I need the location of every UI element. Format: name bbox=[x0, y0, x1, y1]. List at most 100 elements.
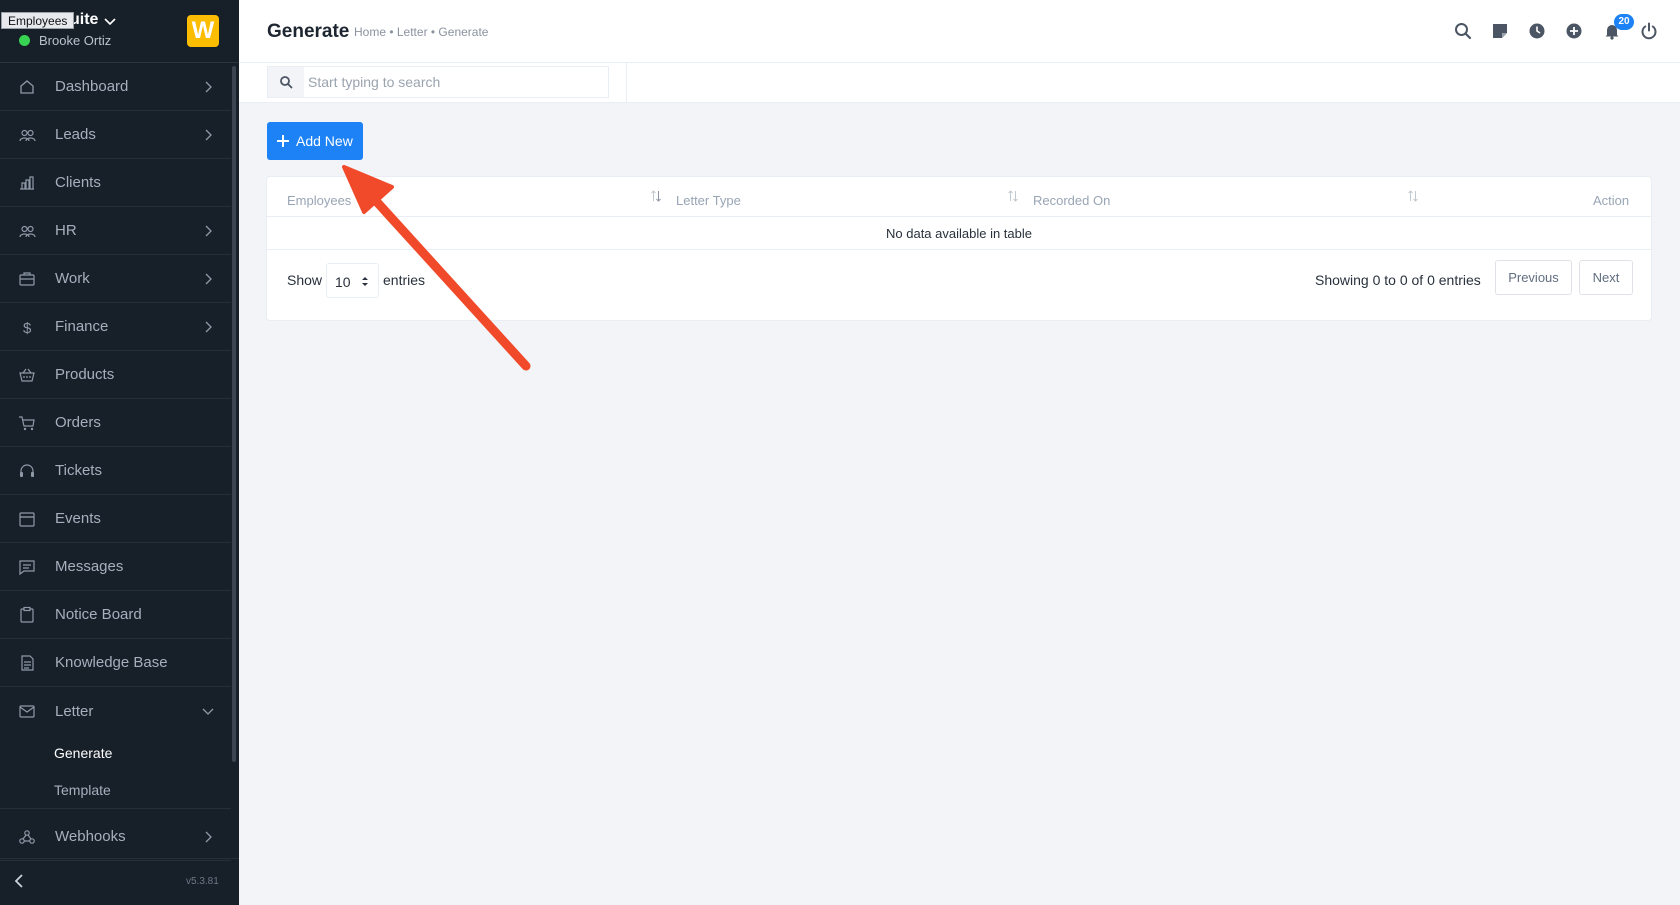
entries-select-value: 10 bbox=[335, 274, 351, 290]
headset-icon bbox=[20, 464, 34, 477]
webhook-icon bbox=[19, 830, 35, 844]
people-icon bbox=[19, 225, 36, 238]
chevron-right-icon bbox=[205, 273, 212, 285]
sidebar-item-label: Knowledge Base bbox=[55, 654, 168, 671]
sort-icon[interactable] bbox=[1007, 189, 1019, 203]
sidebar-item-label: Events bbox=[55, 510, 101, 527]
plus-icon bbox=[277, 135, 289, 147]
notification-count-badge: 20 bbox=[1614, 14, 1634, 30]
sidebar-item-tickets[interactable]: Tickets bbox=[0, 447, 231, 495]
search-icon bbox=[280, 76, 293, 89]
chevron-right-icon bbox=[205, 831, 212, 843]
user-name[interactable]: Brooke Ortiz bbox=[39, 33, 111, 48]
building-icon bbox=[20, 176, 34, 190]
letters-table-card: Employees Letter Type Recorded On Action… bbox=[266, 176, 1652, 321]
sidebar-item-products[interactable]: Products bbox=[0, 351, 231, 399]
breadcrumb[interactable]: Home • Letter • Generate bbox=[354, 25, 488, 39]
briefcase-icon bbox=[19, 272, 35, 286]
sidebar-item-clients[interactable]: Clients bbox=[0, 159, 231, 207]
sidebar-item-label: Webhooks bbox=[55, 828, 126, 845]
search-input[interactable] bbox=[308, 67, 606, 97]
chevron-right-icon bbox=[205, 81, 212, 93]
chevron-left-icon[interactable] bbox=[12, 873, 28, 889]
empty-table-message: No data available in table bbox=[267, 217, 1651, 250]
sidebar-subitem-template[interactable]: Template bbox=[0, 772, 231, 809]
sidebar: Employees uite Brooke Ortiz W Dashboard … bbox=[0, 0, 239, 905]
book-icon bbox=[21, 655, 34, 671]
sidebar-item-label: Notice Board bbox=[55, 606, 142, 623]
sidebar-item-webhooks[interactable]: Webhooks bbox=[0, 813, 231, 861]
app-window: Employees uite Brooke Ortiz W Dashboard … bbox=[0, 0, 1680, 905]
filter-divider bbox=[626, 63, 627, 103]
sidebar-item-leads[interactable]: Leads bbox=[0, 111, 231, 159]
sidebar-item-notice-board[interactable]: Notice Board bbox=[0, 591, 231, 639]
calendar-icon bbox=[19, 512, 35, 527]
sidebar-item-finance[interactable]: $ Finance bbox=[0, 303, 231, 351]
search-box[interactable] bbox=[267, 66, 609, 98]
sidebar-item-label: Work bbox=[55, 270, 90, 287]
chevron-right-icon bbox=[205, 129, 212, 141]
plus-circle-icon[interactable] bbox=[1564, 21, 1584, 41]
sidebar-item-label: Dashboard bbox=[55, 78, 129, 95]
clock-icon[interactable] bbox=[1527, 21, 1547, 41]
next-page-button[interactable]: Next bbox=[1579, 260, 1633, 295]
chevron-right-icon bbox=[205, 225, 212, 237]
top-header: Generate Home • Letter • Generate 20 bbox=[239, 0, 1680, 63]
sidebar-item-label: Letter bbox=[55, 702, 94, 720]
chevron-down-icon bbox=[202, 708, 214, 715]
table-header: Employees Letter Type Recorded On Action bbox=[267, 177, 1651, 217]
sidebar-subitem-label: Generate bbox=[54, 745, 113, 761]
svg-text:$: $ bbox=[23, 320, 32, 336]
sidebar-item-events[interactable]: Events bbox=[0, 495, 231, 543]
column-header-recorded-on[interactable]: Recorded On bbox=[1033, 193, 1110, 208]
tooltip: Employees bbox=[1, 12, 75, 29]
company-logo[interactable]: W bbox=[187, 15, 219, 47]
users-icon bbox=[19, 129, 36, 142]
search-icon[interactable] bbox=[1453, 21, 1473, 41]
online-status-dot bbox=[19, 35, 30, 46]
sticky-note-icon[interactable] bbox=[1490, 21, 1510, 41]
sidebar-item-label: Tickets bbox=[55, 462, 102, 479]
page-title: Generate bbox=[267, 21, 350, 42]
entries-label: entries bbox=[383, 272, 426, 288]
house-icon bbox=[20, 80, 34, 94]
column-header-employees[interactable]: Employees bbox=[287, 193, 351, 208]
sidebar-item-letter[interactable]: Letter bbox=[0, 687, 231, 735]
sidebar-subitem-generate[interactable]: Generate bbox=[0, 735, 231, 772]
sidebar-footer: v5.3.81 bbox=[0, 858, 239, 905]
chevron-right-icon bbox=[205, 321, 212, 333]
sidebar-item-hr[interactable]: HR bbox=[0, 207, 231, 255]
previous-page-button[interactable]: Previous bbox=[1495, 260, 1572, 295]
sidebar-item-knowledge-base[interactable]: Knowledge Base bbox=[0, 639, 231, 687]
annotation-arrow bbox=[342, 165, 531, 371]
show-label: Show bbox=[287, 272, 323, 288]
select-updown-icon bbox=[362, 277, 368, 286]
sidebar-item-label: Clients bbox=[55, 174, 101, 191]
column-header-letter-type[interactable]: Letter Type bbox=[676, 193, 741, 208]
chevron-down-icon[interactable] bbox=[103, 14, 117, 28]
sort-icon[interactable] bbox=[1407, 189, 1419, 203]
sidebar-item-orders[interactable]: Orders bbox=[0, 399, 231, 447]
envelope-icon bbox=[19, 705, 35, 718]
sidebar-item-work[interactable]: Work bbox=[0, 255, 231, 303]
dollar-icon: $ bbox=[23, 320, 32, 336]
sidebar-item-label: Orders bbox=[55, 414, 101, 431]
add-new-button[interactable]: Add New bbox=[267, 122, 363, 160]
basket-icon bbox=[19, 368, 35, 382]
sidebar-header: Employees uite Brooke Ortiz W bbox=[0, 0, 239, 63]
app-version: v5.3.81 bbox=[186, 876, 219, 887]
entries-per-page-select[interactable]: 10 bbox=[326, 263, 379, 298]
sidebar-item-label: Leads bbox=[55, 126, 96, 143]
search-addon bbox=[268, 67, 304, 97]
clipboard-icon bbox=[20, 606, 34, 623]
sort-icon[interactable] bbox=[650, 189, 662, 203]
sidebar-item-label: Messages bbox=[55, 558, 124, 575]
cart-icon bbox=[19, 416, 35, 431]
add-new-label: Add New bbox=[296, 133, 353, 149]
sidebar-item-messages[interactable]: Messages bbox=[0, 543, 231, 591]
sidebar-scrollbar-thumb[interactable] bbox=[232, 66, 236, 762]
sidebar-item-label: HR bbox=[55, 222, 77, 239]
sidebar-item-dashboard[interactable]: Dashboard bbox=[0, 63, 231, 111]
sidebar-subitem-label: Template bbox=[54, 782, 111, 798]
power-icon[interactable] bbox=[1639, 21, 1659, 41]
